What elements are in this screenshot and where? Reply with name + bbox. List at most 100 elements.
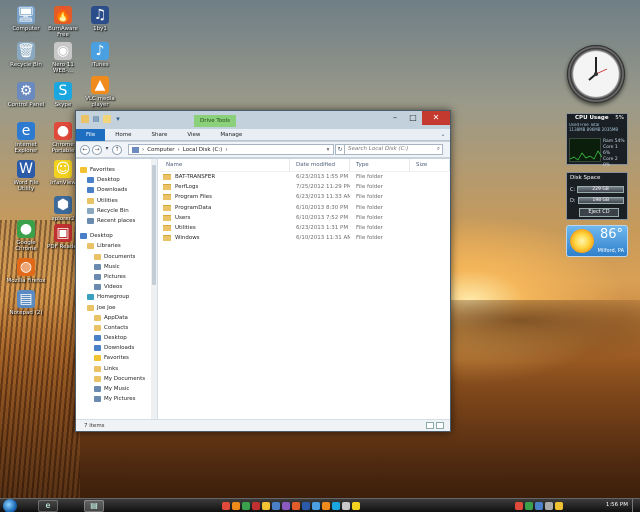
- nav-item[interactable]: Desktop: [76, 231, 157, 241]
- clock-gadget[interactable]: [567, 45, 625, 103]
- weather-gadget[interactable]: 86° Milford, PA: [566, 225, 628, 257]
- nav-item[interactable]: Recent places: [76, 216, 157, 226]
- nav-item[interactable]: Utilities: [76, 196, 157, 206]
- tray-flag-icon[interactable]: [555, 502, 563, 510]
- tab-file[interactable]: File: [76, 129, 106, 141]
- nav-item[interactable]: Libraries: [76, 241, 157, 251]
- address-field[interactable]: › Computer › Local Disk (C:) › ▾: [128, 144, 334, 155]
- tab-view[interactable]: View: [177, 129, 210, 141]
- large-icons-view-icon[interactable]: [436, 422, 444, 429]
- maximize-button[interactable]: □: [404, 111, 422, 125]
- column-header-size[interactable]: Size: [410, 159, 450, 171]
- quicklaunch-chrome-icon[interactable]: [222, 502, 230, 510]
- nav-item[interactable]: My Pictures: [76, 394, 157, 404]
- disk-space-gadget[interactable]: Disk Space C: 229 GB D: 198 GB Eject CD: [566, 172, 628, 220]
- quicklaunch-media-icon[interactable]: [282, 502, 290, 510]
- nav-item[interactable]: My Music: [76, 384, 157, 394]
- nav-item[interactable]: Homegroup: [76, 292, 157, 302]
- table-row[interactable]: PerfLogs 7/25/2012 11:29 PM File folder: [160, 182, 450, 192]
- forward-button[interactable]: →: [92, 145, 102, 155]
- properties-icon[interactable]: ▤: [92, 115, 100, 123]
- table-row[interactable]: Program Files 6/23/2013 11:33 AM File fold…: [160, 192, 450, 202]
- quicklaunch-utility-icon[interactable]: [242, 502, 250, 510]
- back-button[interactable]: ←: [80, 145, 90, 155]
- recent-locations-icon[interactable]: ▾: [104, 145, 110, 155]
- desktop-icon[interactable]: ◍ Mozilla Firefox: [6, 258, 46, 284]
- table-row[interactable]: BAT-TRANSFER 6/23/2013 1:55 PM File folder: [160, 172, 450, 182]
- quicklaunch-burn-icon[interactable]: [292, 502, 300, 510]
- breadcrumb-computer[interactable]: Computer: [147, 147, 174, 153]
- desktop-icon[interactable]: 🖥 Computer: [6, 6, 46, 32]
- nav-item[interactable]: Favorites: [76, 353, 157, 363]
- tab-home[interactable]: Home: [105, 129, 141, 141]
- chevron-down-icon[interactable]: ▾: [114, 115, 122, 123]
- desktop-icon[interactable]: S Skype: [43, 82, 83, 108]
- desktop-icon[interactable]: 🔥 BurnAware Free: [43, 6, 83, 38]
- desktop-icon[interactable]: W Word File Utility: [6, 160, 46, 192]
- taskbar-internet-explorer-icon[interactable]: e: [38, 500, 58, 512]
- explorer-window[interactable]: ▤ ▾ Drive Tools – □ ✕ File Home Share Vi…: [75, 110, 451, 432]
- cpu-usage-gadget[interactable]: CPU Usage 5% Used Free Total 1138MB 896M…: [566, 113, 628, 168]
- navigation-pane-scrollbar[interactable]: [151, 159, 157, 419]
- nav-item[interactable]: My Documents: [76, 374, 157, 384]
- tray-update-icon[interactable]: [525, 502, 533, 510]
- nav-item[interactable]: Favorites: [76, 165, 157, 175]
- desktop-icon[interactable]: e Internet Explorer: [6, 122, 46, 154]
- desktop-icon[interactable]: ▤ Notepad (2): [6, 290, 46, 316]
- nav-item[interactable]: Desktop: [76, 333, 157, 343]
- desktop-icon[interactable]: ◉ Nero 11 WEB-...: [43, 42, 83, 74]
- tab-manage[interactable]: Manage: [210, 129, 252, 141]
- desktop-icon[interactable]: 🗑 Recycle Bin: [6, 42, 46, 68]
- breadcrumb-local-disk[interactable]: Local Disk (C:): [183, 147, 223, 153]
- column-header-date[interactable]: Date modified: [290, 159, 350, 171]
- table-row[interactable]: Utilities 6/23/2013 1:31 PM File folder: [160, 223, 450, 233]
- quicklaunch-skype-icon[interactable]: [332, 502, 340, 510]
- details-view-icon[interactable]: [426, 422, 434, 429]
- quicklaunch-settings-icon[interactable]: [272, 502, 280, 510]
- nav-item[interactable]: Joe Joe: [76, 302, 157, 312]
- taskbar-explorer-icon[interactable]: ▤: [84, 500, 104, 512]
- nav-item[interactable]: Contacts: [76, 323, 157, 333]
- tray-network-icon[interactable]: [535, 502, 543, 510]
- desktop-icon[interactable]: ⚙ Control Panel: [6, 82, 46, 108]
- tray-volume-icon[interactable]: [545, 502, 553, 510]
- title-bar[interactable]: ▤ ▾ Drive Tools – □ ✕: [76, 111, 450, 129]
- tray-antivirus-icon[interactable]: [515, 502, 523, 510]
- search-input[interactable]: Search Local Disk (C:) ⌕: [344, 144, 443, 155]
- up-button[interactable]: ↑: [112, 145, 122, 155]
- address-dropdown-icon[interactable]: ▾: [323, 147, 333, 153]
- nav-item[interactable]: Videos: [76, 282, 157, 292]
- desktop-icon[interactable]: ♫ 1by1: [80, 6, 120, 32]
- nav-item[interactable]: Documents: [76, 252, 157, 262]
- nav-item[interactable]: Music: [76, 262, 157, 272]
- nav-item[interactable]: Links: [76, 364, 157, 374]
- navigation-pane[interactable]: Favorites Desktop Downloads Utilities Recycl…: [76, 159, 158, 419]
- show-desktop-button[interactable]: [632, 499, 640, 512]
- ribbon-expand-icon[interactable]: ⌄: [436, 129, 450, 140]
- quicklaunch-firefox-icon[interactable]: [232, 502, 240, 510]
- quicklaunch-vlc-icon[interactable]: [322, 502, 330, 510]
- quicklaunch-irfanview-icon[interactable]: [262, 502, 270, 510]
- desktop-icon[interactable]: ▲ VLC media player: [80, 76, 120, 108]
- nav-item[interactable]: Downloads: [76, 185, 157, 195]
- close-button[interactable]: ✕: [422, 111, 450, 125]
- quicklaunch-itunes-icon[interactable]: [312, 502, 320, 510]
- quicklaunch-word-icon[interactable]: [302, 502, 310, 510]
- minimize-button[interactable]: –: [386, 111, 404, 125]
- table-row[interactable]: Users 6/10/2013 7:52 PM File folder: [160, 213, 450, 223]
- nav-item[interactable]: Desktop: [76, 175, 157, 185]
- drive-tools-context-tab[interactable]: Drive Tools: [194, 115, 236, 127]
- nav-item[interactable]: Pictures: [76, 272, 157, 282]
- column-header-type[interactable]: Type: [350, 159, 410, 171]
- explorer-icon[interactable]: [81, 115, 89, 123]
- quicklaunch-smiley-icon[interactable]: [352, 502, 360, 510]
- nav-item[interactable]: Downloads: [76, 343, 157, 353]
- table-row[interactable]: ProgramData 6/10/2013 8:30 PM File folder: [160, 203, 450, 213]
- table-row[interactable]: Windows 6/10/2013 11:31 AM File folder: [160, 233, 450, 243]
- eject-cd-button[interactable]: Eject CD: [579, 208, 619, 217]
- desktop-icon[interactable]: ● Google Chrome: [6, 220, 46, 252]
- nav-item[interactable]: Recycle Bin: [76, 206, 157, 216]
- taskbar-clock[interactable]: 1:56 PM: [606, 502, 628, 508]
- quicklaunch-nero-icon[interactable]: [342, 502, 350, 510]
- scrollbar-thumb[interactable]: [152, 165, 156, 285]
